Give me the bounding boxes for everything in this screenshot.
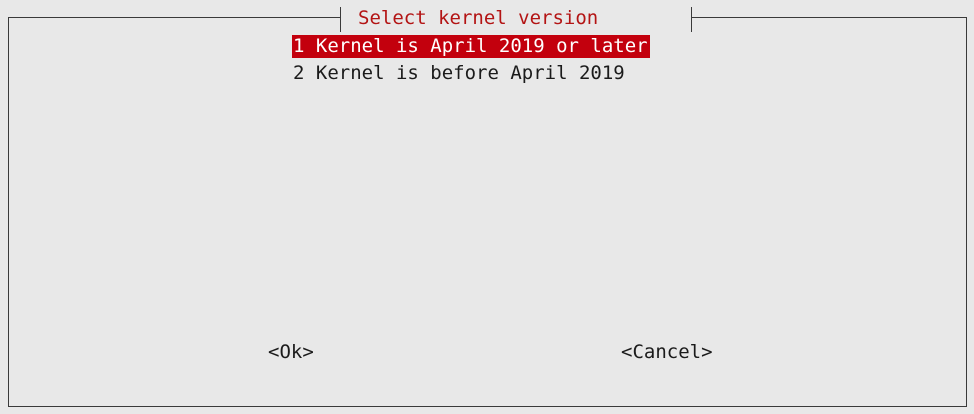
kernel-select-dialog: Select kernel version 1 Kernel is April …: [0, 0, 974, 414]
dialog-title: Select kernel version: [358, 7, 599, 29]
frame-top-right-border: [692, 17, 967, 18]
frame-top-left-border: [8, 17, 340, 18]
cancel-button[interactable]: <Cancel>: [621, 340, 713, 364]
frame-right-border: [966, 17, 967, 407]
menu-item-kernel-april-2019-or-later[interactable]: 1 Kernel is April 2019 or later: [292, 35, 650, 58]
ok-button[interactable]: <Ok>: [268, 340, 314, 364]
frame-bottom-border: [8, 406, 967, 407]
menu-item-kernel-before-april-2019[interactable]: 2 Kernel is before April 2019: [292, 62, 627, 85]
frame-left-border: [8, 17, 9, 407]
